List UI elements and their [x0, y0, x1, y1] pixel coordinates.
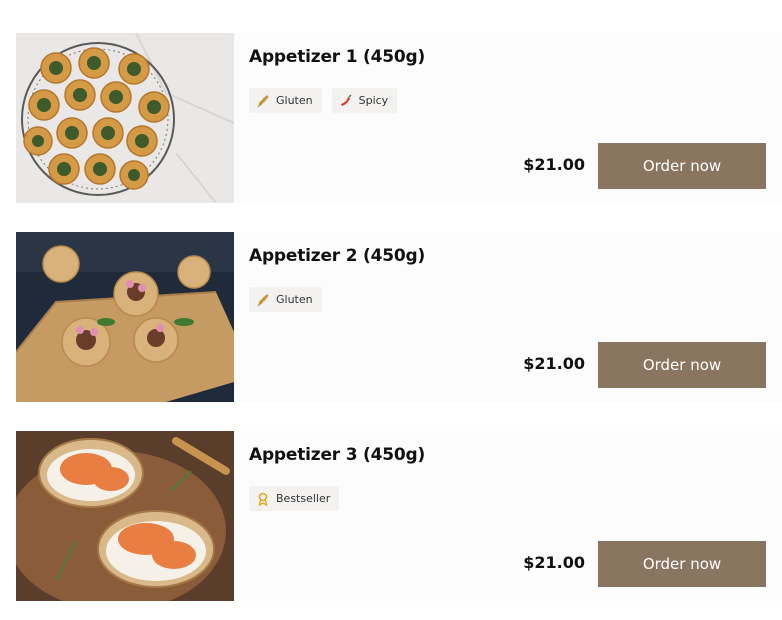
- menu-item-card: Appetizer 2 (450g) Gluten $21.00 Order n…: [16, 232, 782, 402]
- item-tags: Gluten Spicy: [249, 88, 398, 113]
- item-price: $21.00: [523, 354, 585, 373]
- order-now-button[interactable]: Order now: [598, 541, 766, 587]
- tag-label: Gluten: [276, 293, 313, 306]
- item-title: Appetizer 1 (450g): [249, 47, 426, 67]
- item-title: Appetizer 3 (450g): [249, 445, 426, 465]
- chili-pepper-icon: [339, 93, 353, 108]
- tag-gluten: Gluten: [249, 287, 322, 312]
- item-tags: Bestseller: [249, 486, 340, 511]
- menu-item-card: Appetizer 1 (450g) Gluten Spicy $21.00 O…: [16, 33, 782, 203]
- item-price: $21.00: [523, 553, 585, 572]
- tag-spicy: Spicy: [331, 88, 398, 113]
- tag-label: Bestseller: [276, 492, 331, 505]
- tag-label: Gluten: [276, 94, 313, 107]
- appetizer-2-image: [16, 232, 234, 402]
- tag-bestseller: Bestseller: [249, 486, 340, 511]
- order-now-button[interactable]: Order now: [598, 342, 766, 388]
- order-now-button[interactable]: Order now: [598, 143, 766, 189]
- award-ribbon-icon: [256, 492, 270, 506]
- menu-item-card: Appetizer 3 (450g) Bestseller $21.00 Ord…: [16, 431, 782, 601]
- item-title: Appetizer 2 (450g): [249, 246, 426, 266]
- tag-label: Spicy: [358, 94, 389, 107]
- item-price: $21.00: [523, 155, 585, 174]
- wheat-icon: [256, 293, 270, 307]
- tag-gluten: Gluten: [249, 88, 322, 113]
- appetizer-1-image: [16, 33, 234, 203]
- item-tags: Gluten: [249, 287, 322, 312]
- wheat-icon: [256, 94, 270, 108]
- appetizer-3-image: [16, 431, 234, 601]
